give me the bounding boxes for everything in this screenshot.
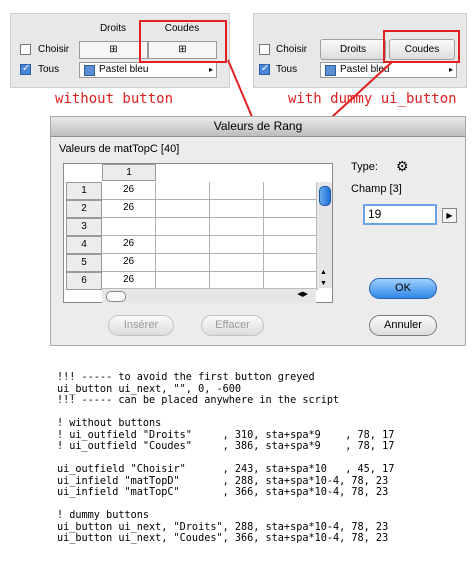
row-number: 3	[66, 218, 102, 236]
empty-cell[interactable]	[264, 182, 318, 200]
row-value-cell[interactable]: 26	[102, 236, 156, 254]
empty-cell[interactable]	[210, 200, 264, 218]
empty-cell[interactable]	[156, 254, 210, 272]
row-value-cell[interactable]	[102, 218, 156, 236]
row-number: 2	[66, 200, 102, 218]
effacer-button[interactable]: Effacer	[201, 315, 264, 336]
empty-cell[interactable]	[264, 236, 318, 254]
code-line: ui_infield "matTopD" , 288, sta+spa*10-4…	[57, 475, 389, 487]
code-line: ! ui_outfield "Droits" , 310, sta+spa*9 …	[57, 429, 395, 441]
scroll-down-arrow-icon[interactable]: ▼	[320, 280, 327, 287]
dialog-title: Valeurs de Rang	[51, 117, 465, 137]
type-icon: ⚙	[396, 158, 409, 174]
empty-cell[interactable]	[156, 200, 210, 218]
champ-input[interactable]: 19	[363, 204, 437, 225]
code-line: ! dummy buttons	[57, 510, 150, 521]
row-value-cell[interactable]: 26	[102, 254, 156, 272]
row-number: 1	[66, 182, 102, 200]
type-label: Type:	[351, 161, 378, 173]
champ-next-button[interactable]: ▶	[442, 208, 457, 223]
row-value-cell[interactable]: 26	[102, 200, 156, 218]
vertical-scrollbar[interactable]: ▲ ▼	[316, 182, 332, 288]
empty-cell[interactable]	[264, 218, 318, 236]
code-line: !!! ----- to avoid the first button grey…	[57, 372, 315, 383]
row-value-cell[interactable]: 26	[102, 182, 156, 200]
row-number: 4	[66, 236, 102, 254]
annuler-button[interactable]: Annuler	[369, 315, 437, 336]
ok-button[interactable]: OK	[369, 278, 437, 299]
code-line: !!! ----- can be placed anywhere in the …	[57, 395, 340, 406]
row-number: 6	[66, 272, 102, 290]
column-header-1: 1	[102, 164, 156, 181]
empty-cell[interactable]	[156, 218, 210, 236]
inserer-button[interactable]: Insérer	[108, 315, 174, 336]
dialog-subtitle: Valeurs de matTopC [40]	[59, 143, 180, 155]
empty-cell[interactable]	[156, 182, 210, 200]
code-line: ui_button ui_next, "Droits", 288, sta+sp…	[57, 521, 389, 533]
code-line: ! ui_outfield "Coudes" , 386, sta+spa*9 …	[57, 441, 395, 452]
empty-cell[interactable]	[210, 254, 264, 272]
empty-cell[interactable]	[210, 182, 264, 200]
empty-cell[interactable]	[210, 236, 264, 254]
values-grid[interactable]: 1 1 26 2 26 3 4 26 5 26 6 26 ▲ ▼ ◀▶	[63, 163, 333, 303]
empty-cell[interactable]	[264, 200, 318, 218]
empty-cell[interactable]	[210, 218, 264, 236]
code-line: ! without buttons	[57, 418, 162, 429]
scroll-up-arrow-icon[interactable]: ▲	[320, 269, 327, 276]
champ-label: Champ [3]	[351, 183, 402, 195]
code-line: ui_button ui_next, "Coudes", 366, sta+sp…	[57, 533, 389, 544]
hscroll-thumb[interactable]	[106, 291, 126, 302]
code-line: ui_outfield "Choisir" , 243, sta+spa*10 …	[57, 464, 395, 475]
horizontal-scrollbar[interactable]: ◀▶	[102, 288, 316, 303]
script-code: !!! ----- to avoid the first button grey…	[57, 372, 394, 545]
row-number: 5	[66, 254, 102, 272]
empty-cell[interactable]	[156, 236, 210, 254]
valeurs-dialog: Valeurs de Rang Valeurs de matTopC [40] …	[50, 116, 466, 346]
code-line: ui_button ui_next, "", 0, -600	[57, 383, 242, 395]
hscroll-arrows-icon[interactable]: ◀▶	[297, 290, 308, 298]
code-line: ui_infield "matTopC" , 366, sta+spa*10-4…	[57, 487, 389, 498]
empty-cell[interactable]	[264, 254, 318, 272]
scroll-thumb[interactable]	[319, 186, 331, 206]
